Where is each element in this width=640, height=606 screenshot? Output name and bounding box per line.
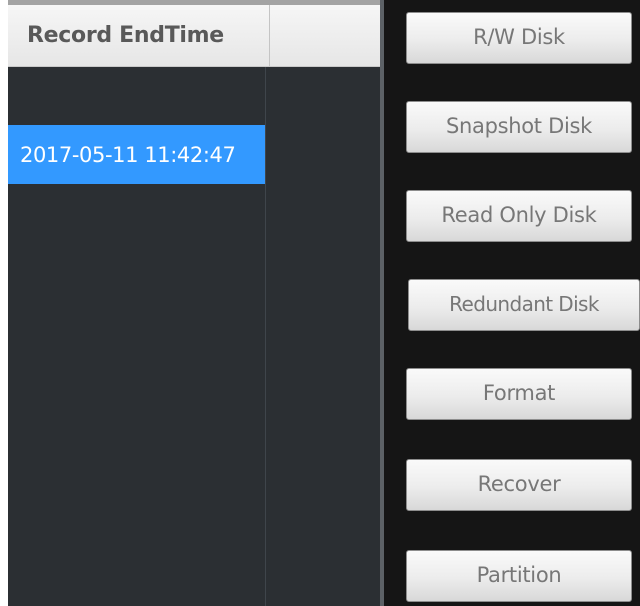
table-row-selected[interactable]: 2017-05-11 11:42:47 xyxy=(8,125,265,184)
table-row[interactable] xyxy=(8,66,265,125)
redundant-disk-label: Redundant Disk xyxy=(449,292,599,316)
partition-label: Partition xyxy=(476,563,562,587)
read-only-disk-label: Read Only Disk xyxy=(441,203,597,227)
rw-disk-button[interactable]: R/W Disk xyxy=(406,12,632,64)
format-label: Format xyxy=(482,381,556,405)
rw-disk-label: R/W Disk xyxy=(473,25,565,49)
table-left-edge xyxy=(0,0,8,606)
table-header: Record EndTime xyxy=(8,5,380,67)
partition-button[interactable]: Partition xyxy=(406,550,632,602)
record-table: Record EndTime 2017-05-11 11:42:47 xyxy=(0,0,384,606)
read-only-disk-button[interactable]: Read Only Disk xyxy=(406,190,632,242)
snapshot-disk-label: Snapshot Disk xyxy=(445,114,593,138)
record-endtime-cell: 2017-05-11 11:42:47 xyxy=(20,143,236,167)
recover-label: Recover xyxy=(477,472,561,496)
column-header-record-endtime[interactable]: Record EndTime xyxy=(8,5,270,66)
column-divider xyxy=(265,67,266,606)
disk-actions-panel: R/W Disk Snapshot Disk Read Only Disk Re… xyxy=(384,0,640,606)
column-header-label: Record EndTime xyxy=(27,23,224,48)
redundant-disk-button[interactable]: Redundant Disk xyxy=(408,279,640,331)
format-button[interactable]: Format xyxy=(406,368,632,420)
snapshot-disk-button[interactable]: Snapshot Disk xyxy=(406,101,632,153)
recover-button[interactable]: Recover xyxy=(406,459,632,511)
column-header-empty[interactable] xyxy=(270,5,380,66)
